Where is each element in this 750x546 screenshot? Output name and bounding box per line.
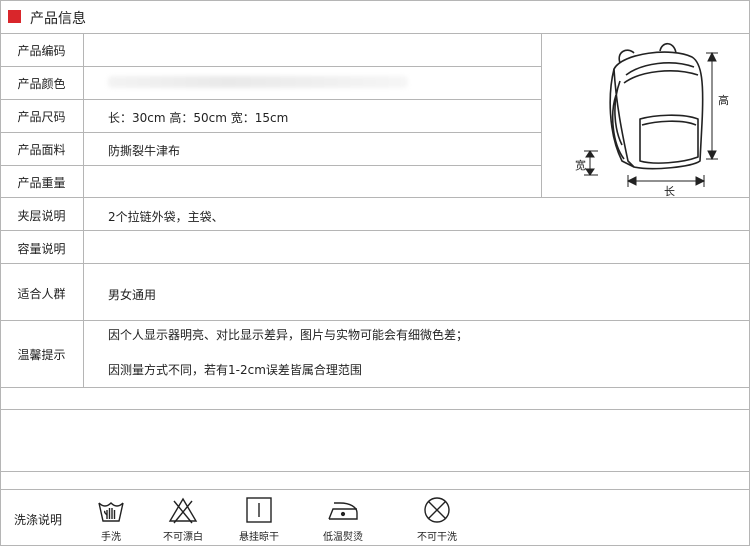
care-item-no-bleach: 不可漂白: [148, 495, 218, 543]
row-label-code: 产品编码: [17, 44, 66, 58]
no-bleach-icon: [168, 497, 198, 524]
row-label-size: 产品尺码: [17, 110, 66, 124]
hang-dry-icon: [246, 497, 272, 523]
care-text-hang-dry: 悬挂晾干: [239, 532, 279, 543]
divider: [0, 320, 750, 321]
care-item-hand-wash: 手洗: [76, 495, 146, 543]
backpack-icon: [584, 42, 718, 187]
width-label: 宽: [575, 159, 586, 172]
care-item-low-iron: 低温熨烫: [308, 495, 378, 543]
row-label-capacity: 容量说明: [17, 242, 66, 256]
header-accent-mark: [8, 10, 21, 23]
row-value-fabric: 防撕裂牛津布: [108, 144, 181, 158]
care-label: 洗涤说明: [14, 513, 63, 527]
care-text-no-dry-clean: 不可干洗: [417, 532, 457, 543]
row-value-audience: 男女通用: [108, 288, 157, 302]
height-label: 高: [718, 94, 729, 107]
length-label: 长: [664, 185, 675, 198]
section-title: 产品信息: [30, 11, 86, 27]
low-iron-icon: [328, 502, 358, 520]
care-item-no-dry-clean: 不可干洗: [402, 495, 472, 543]
column-divider: [83, 33, 84, 387]
row-label-color: 产品颜色: [17, 77, 66, 91]
divider: [0, 132, 542, 133]
row-value-size: 长：30cm 高：50cm 宽：15cm: [108, 111, 289, 125]
row-label-weight: 产品重量: [17, 176, 66, 190]
care-text-hand-wash: 手洗: [101, 532, 121, 543]
row-value-notice-line1: 因个人显示器明亮、对比显示差异，图片与实物可能会有细微色差；: [108, 328, 469, 342]
row-label-fabric: 产品面料: [17, 143, 66, 157]
divider: [0, 263, 750, 264]
blurred-color-value: [108, 76, 408, 88]
divider: [0, 99, 542, 100]
divider: [0, 471, 750, 472]
divider: [0, 387, 750, 388]
row-value-notice-line2: 因测量方式不同，若有1-2cm误差皆属合理范围: [108, 363, 362, 377]
row-value-pockets: 2个拉链外袋，主袋、: [108, 210, 224, 224]
row-label-notice: 温馨提示: [17, 348, 66, 362]
row-label-audience: 适合人群: [17, 287, 66, 301]
care-instructions: 洗涤说明 手洗 不可漂白 悬挂晾干 低温熨烫 不可干洗: [0, 489, 750, 546]
no-dry-clean-icon: [424, 497, 450, 523]
divider: [0, 165, 542, 166]
divider: [0, 197, 750, 198]
hand-wash-icon: [98, 502, 124, 522]
care-text-no-bleach: 不可漂白: [163, 532, 203, 543]
divider: [0, 66, 542, 67]
care-text-low-iron: 低温熨烫: [323, 532, 363, 543]
divider: [0, 409, 750, 410]
divider: [0, 230, 750, 231]
row-label-pockets: 夹层说明: [17, 209, 66, 223]
section-header: 产品信息: [0, 0, 750, 33]
backpack-dimension-diagram: 高 宽 长: [542, 33, 750, 198]
care-item-hang-dry: 悬挂晾干: [224, 495, 294, 543]
